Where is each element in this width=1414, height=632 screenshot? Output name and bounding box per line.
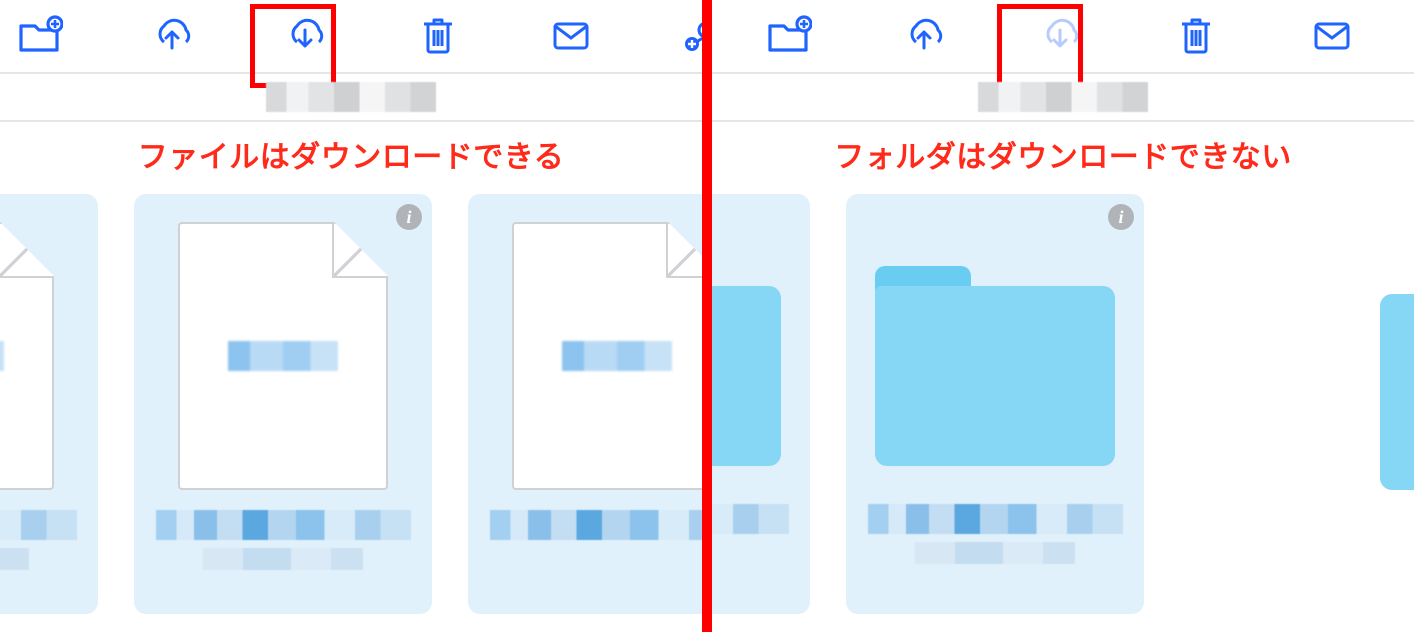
info-icon[interactable]: i [396,204,422,230]
comparison-divider [702,0,712,632]
file-icon [512,222,702,490]
breadcrumb-bar [712,74,1414,122]
panel-folder-download: フォルダはダウンロードできない i [712,0,1414,632]
redacted-preview [0,341,4,371]
file-tile[interactable] [468,194,702,614]
redacted-filename [490,510,703,540]
redacted-meta [915,542,1075,564]
folder-icon [712,266,781,466]
redacted-foldername [712,504,789,534]
redacted-filename [156,510,411,540]
redacted-meta [203,548,363,570]
file-grid: i [0,194,702,632]
cloud-download-icon-disabled [1032,8,1088,64]
folder-icon [875,266,1115,466]
panel-file-download: ファイルはダウンロードできる i [0,0,702,632]
file-icon [0,222,54,490]
redacted-preview [228,341,338,371]
toolbar [0,0,702,74]
trash-icon[interactable] [1168,8,1224,64]
folder-tile-selected[interactable]: i [846,194,1144,614]
file-grid: i [712,194,1414,632]
info-icon[interactable]: i [1108,204,1134,230]
redacted-preview [562,341,672,371]
caption-text: ファイルはダウンロードできる [0,122,702,194]
breadcrumb-bar [0,74,702,122]
redacted-foldername [868,504,1123,534]
redacted-meta [0,548,29,570]
redacted-breadcrumb [978,82,1148,112]
mail-icon[interactable] [1304,8,1360,64]
new-folder-icon[interactable] [760,8,816,64]
folder-tile-peek[interactable] [1380,294,1414,490]
mail-icon[interactable] [547,8,595,64]
cloud-upload-icon[interactable] [148,8,196,64]
cloud-upload-icon[interactable] [896,8,952,64]
file-tile[interactable] [0,194,98,614]
file-icon [178,222,388,490]
redacted-breadcrumb [266,82,436,112]
toolbar [712,0,1414,74]
caption-text: フォルダはダウンロードできない [712,122,1414,194]
new-folder-icon[interactable] [15,8,63,64]
cloud-download-icon[interactable] [281,8,329,64]
share-person-icon[interactable] [680,8,702,64]
trash-icon[interactable] [414,8,462,64]
file-tile-selected[interactable]: i [134,194,432,614]
redacted-filename [0,510,77,540]
folder-tile[interactable] [712,194,810,614]
